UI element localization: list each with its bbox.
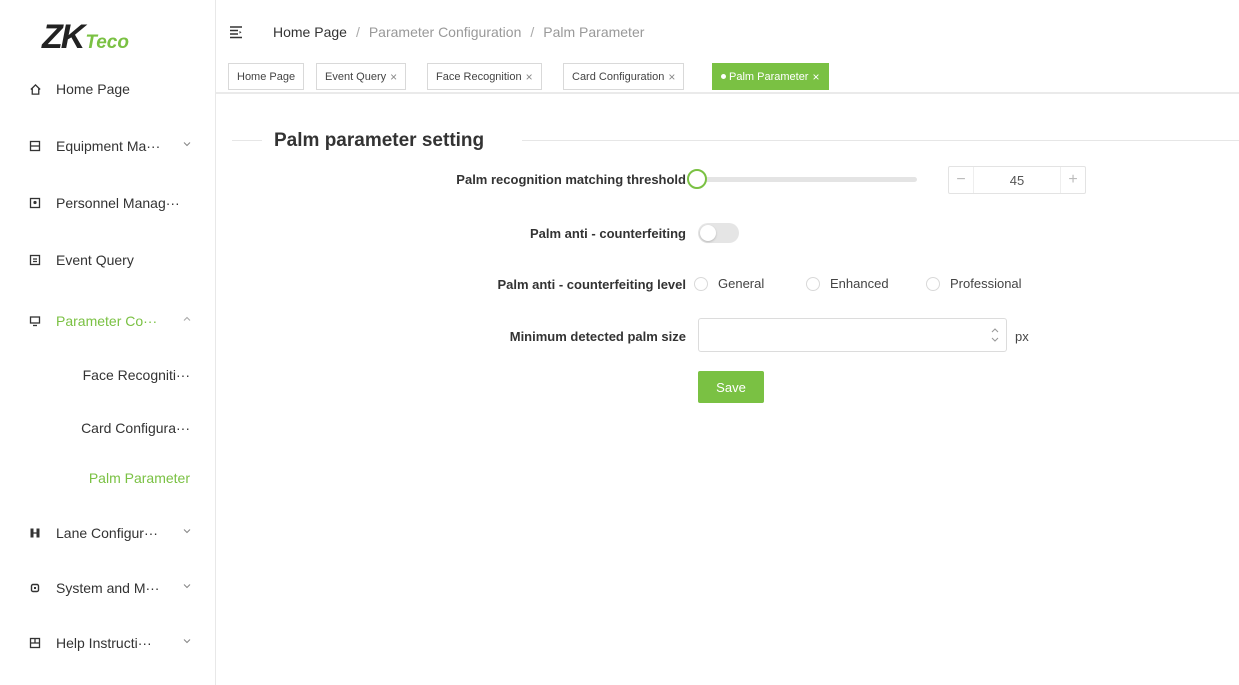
- sidebar-item-label: Equipment Ma···: [56, 138, 161, 154]
- sidebar-item-system[interactable]: System and M···: [0, 573, 215, 603]
- home-icon: [28, 82, 42, 96]
- anti-counterfeit-label: Palm anti - counterfeiting: [529, 226, 686, 241]
- radio-label: Professional: [950, 276, 1022, 291]
- top-header: Home Page / Parameter Configuration / Palm P…: [216, 0, 1239, 60]
- min-palm-size-label: Minimum detected palm size: [509, 329, 686, 344]
- personnel-icon: [28, 196, 42, 210]
- toggle-knob: [700, 225, 716, 241]
- close-icon[interactable]: ×: [390, 70, 397, 84]
- tab-face-recognition[interactable]: Face Recognition ×: [427, 63, 542, 90]
- tab-card-configuration[interactable]: Card Configuration ×: [563, 63, 685, 90]
- radio-circle-icon: [806, 276, 820, 291]
- tab-bar: Home Page Event Query × Face Recognition…: [216, 63, 1239, 91]
- section-divider: [232, 140, 262, 141]
- chevron-down-icon: [183, 639, 191, 644]
- tab-divider: [216, 92, 1239, 94]
- section-title: Palm parameter setting: [274, 130, 485, 151]
- sidebar-item-label: Help Instructi···: [56, 635, 152, 651]
- lane-icon: [28, 526, 42, 540]
- breadcrumb-parameter-configuration[interactable]: Parameter Configuration: [369, 24, 522, 40]
- radio-label: Enhanced: [830, 276, 889, 291]
- radio-enhanced[interactable]: Enhanced: [806, 276, 889, 291]
- sidebar-item-label: Lane Configur···: [56, 525, 158, 541]
- sidebar-subitem-palm-parameter[interactable]: Palm Parameter: [0, 463, 215, 493]
- breadcrumb-home[interactable]: Home Page: [273, 24, 347, 40]
- sidebar-item-lane[interactable]: Lane Configur···: [0, 518, 215, 548]
- sidebar-item-label: Home Page: [56, 81, 130, 97]
- close-icon[interactable]: ×: [526, 70, 533, 84]
- sidebar-item-help[interactable]: Help Instructi···: [0, 628, 215, 658]
- threshold-slider-track[interactable]: [693, 177, 917, 182]
- system-icon: [28, 581, 42, 595]
- tab-label: Card Configuration: [572, 70, 665, 83]
- chevron-up-icon: [183, 316, 191, 321]
- sidebar-item-label: Personnel Manag···: [56, 195, 180, 211]
- threshold-value-input[interactable]: 45: [973, 167, 1061, 193]
- number-spinner-icon[interactable]: [989, 322, 1001, 348]
- sidebar-item-home[interactable]: Home Page: [0, 74, 215, 104]
- sidebar-item-label: Event Query: [56, 252, 134, 268]
- chevron-down-icon: [183, 584, 191, 589]
- parameter-icon: [28, 314, 42, 328]
- tab-event-query[interactable]: Event Query ×: [316, 63, 407, 90]
- tab-label: Home Page: [237, 70, 296, 83]
- chevron-down-icon: [183, 529, 191, 534]
- anti-counterfeit-level-label: Palm anti - counterfeiting level: [497, 277, 686, 292]
- increment-button[interactable]: +: [1061, 167, 1085, 193]
- sidebar-subitem-card-configuration[interactable]: Card Configura···: [0, 413, 215, 443]
- anti-counterfeit-toggle[interactable]: [698, 223, 739, 243]
- menu-collapse-icon[interactable]: [229, 25, 243, 39]
- tab-label: Face Recognition: [436, 70, 522, 83]
- sidebar-subitem-label: Palm Parameter: [88, 470, 190, 486]
- close-icon[interactable]: ×: [668, 70, 675, 84]
- chevron-down-icon: [183, 142, 191, 147]
- decrement-button[interactable]: −: [949, 167, 973, 193]
- active-dot-icon: [721, 74, 726, 79]
- sidebar-item-label: System and M···: [56, 580, 160, 596]
- sidebar-item-equipment[interactable]: Equipment Ma···: [0, 131, 215, 161]
- radio-general[interactable]: General: [694, 276, 764, 291]
- tab-palm-parameter[interactable]: Palm Parameter ×: [712, 63, 829, 90]
- radio-circle-icon: [694, 276, 708, 291]
- section-divider: [522, 140, 1239, 141]
- sidebar-item-event-query[interactable]: Event Query: [0, 245, 215, 275]
- radio-label: General: [718, 276, 765, 291]
- radio-circle-icon: [926, 276, 940, 291]
- save-button[interactable]: Save: [698, 371, 764, 403]
- sidebar-item-parameter[interactable]: Parameter Co···: [0, 306, 215, 336]
- app-root: ZK Teco Home Page Equipment Ma··· Personn…: [0, 0, 1239, 685]
- sidebar-item-personnel[interactable]: Personnel Manag···: [0, 188, 215, 218]
- breadcrumb-palm-parameter: Palm Parameter: [543, 24, 645, 40]
- brand-logo: ZK Teco: [42, 18, 129, 56]
- radio-professional[interactable]: Professional: [926, 276, 1022, 291]
- breadcrumb: Home Page / Parameter Configuration / Palm P…: [273, 24, 644, 40]
- sidebar-item-label: Parameter Co···: [56, 313, 158, 329]
- tab-home-page[interactable]: Home Page: [228, 63, 305, 90]
- sidebar-subitem-label: Card Configura···: [81, 420, 190, 436]
- sidebar-subitem-face-recognition[interactable]: Face Recogniti···: [0, 360, 215, 390]
- sidebar: ZK Teco Home Page Equipment Ma··· Personn…: [0, 0, 216, 685]
- threshold-label: Palm recognition matching threshold: [456, 172, 686, 187]
- min-palm-size-input[interactable]: [698, 318, 1007, 352]
- breadcrumb-separator: /: [355, 24, 360, 40]
- equipment-icon: [28, 139, 42, 153]
- tab-label: Palm Parameter: [729, 70, 809, 83]
- sidebar-subitem-label: Face Recogniti···: [82, 367, 190, 383]
- help-icon: [28, 636, 42, 650]
- threshold-stepper: − 45 +: [948, 166, 1086, 194]
- tab-label: Event Query: [325, 70, 387, 83]
- threshold-slider-handle[interactable]: [687, 169, 707, 189]
- event-icon: [28, 253, 42, 267]
- breadcrumb-separator: /: [530, 24, 535, 40]
- close-icon[interactable]: ×: [812, 70, 819, 84]
- unit-label: px: [1015, 329, 1029, 344]
